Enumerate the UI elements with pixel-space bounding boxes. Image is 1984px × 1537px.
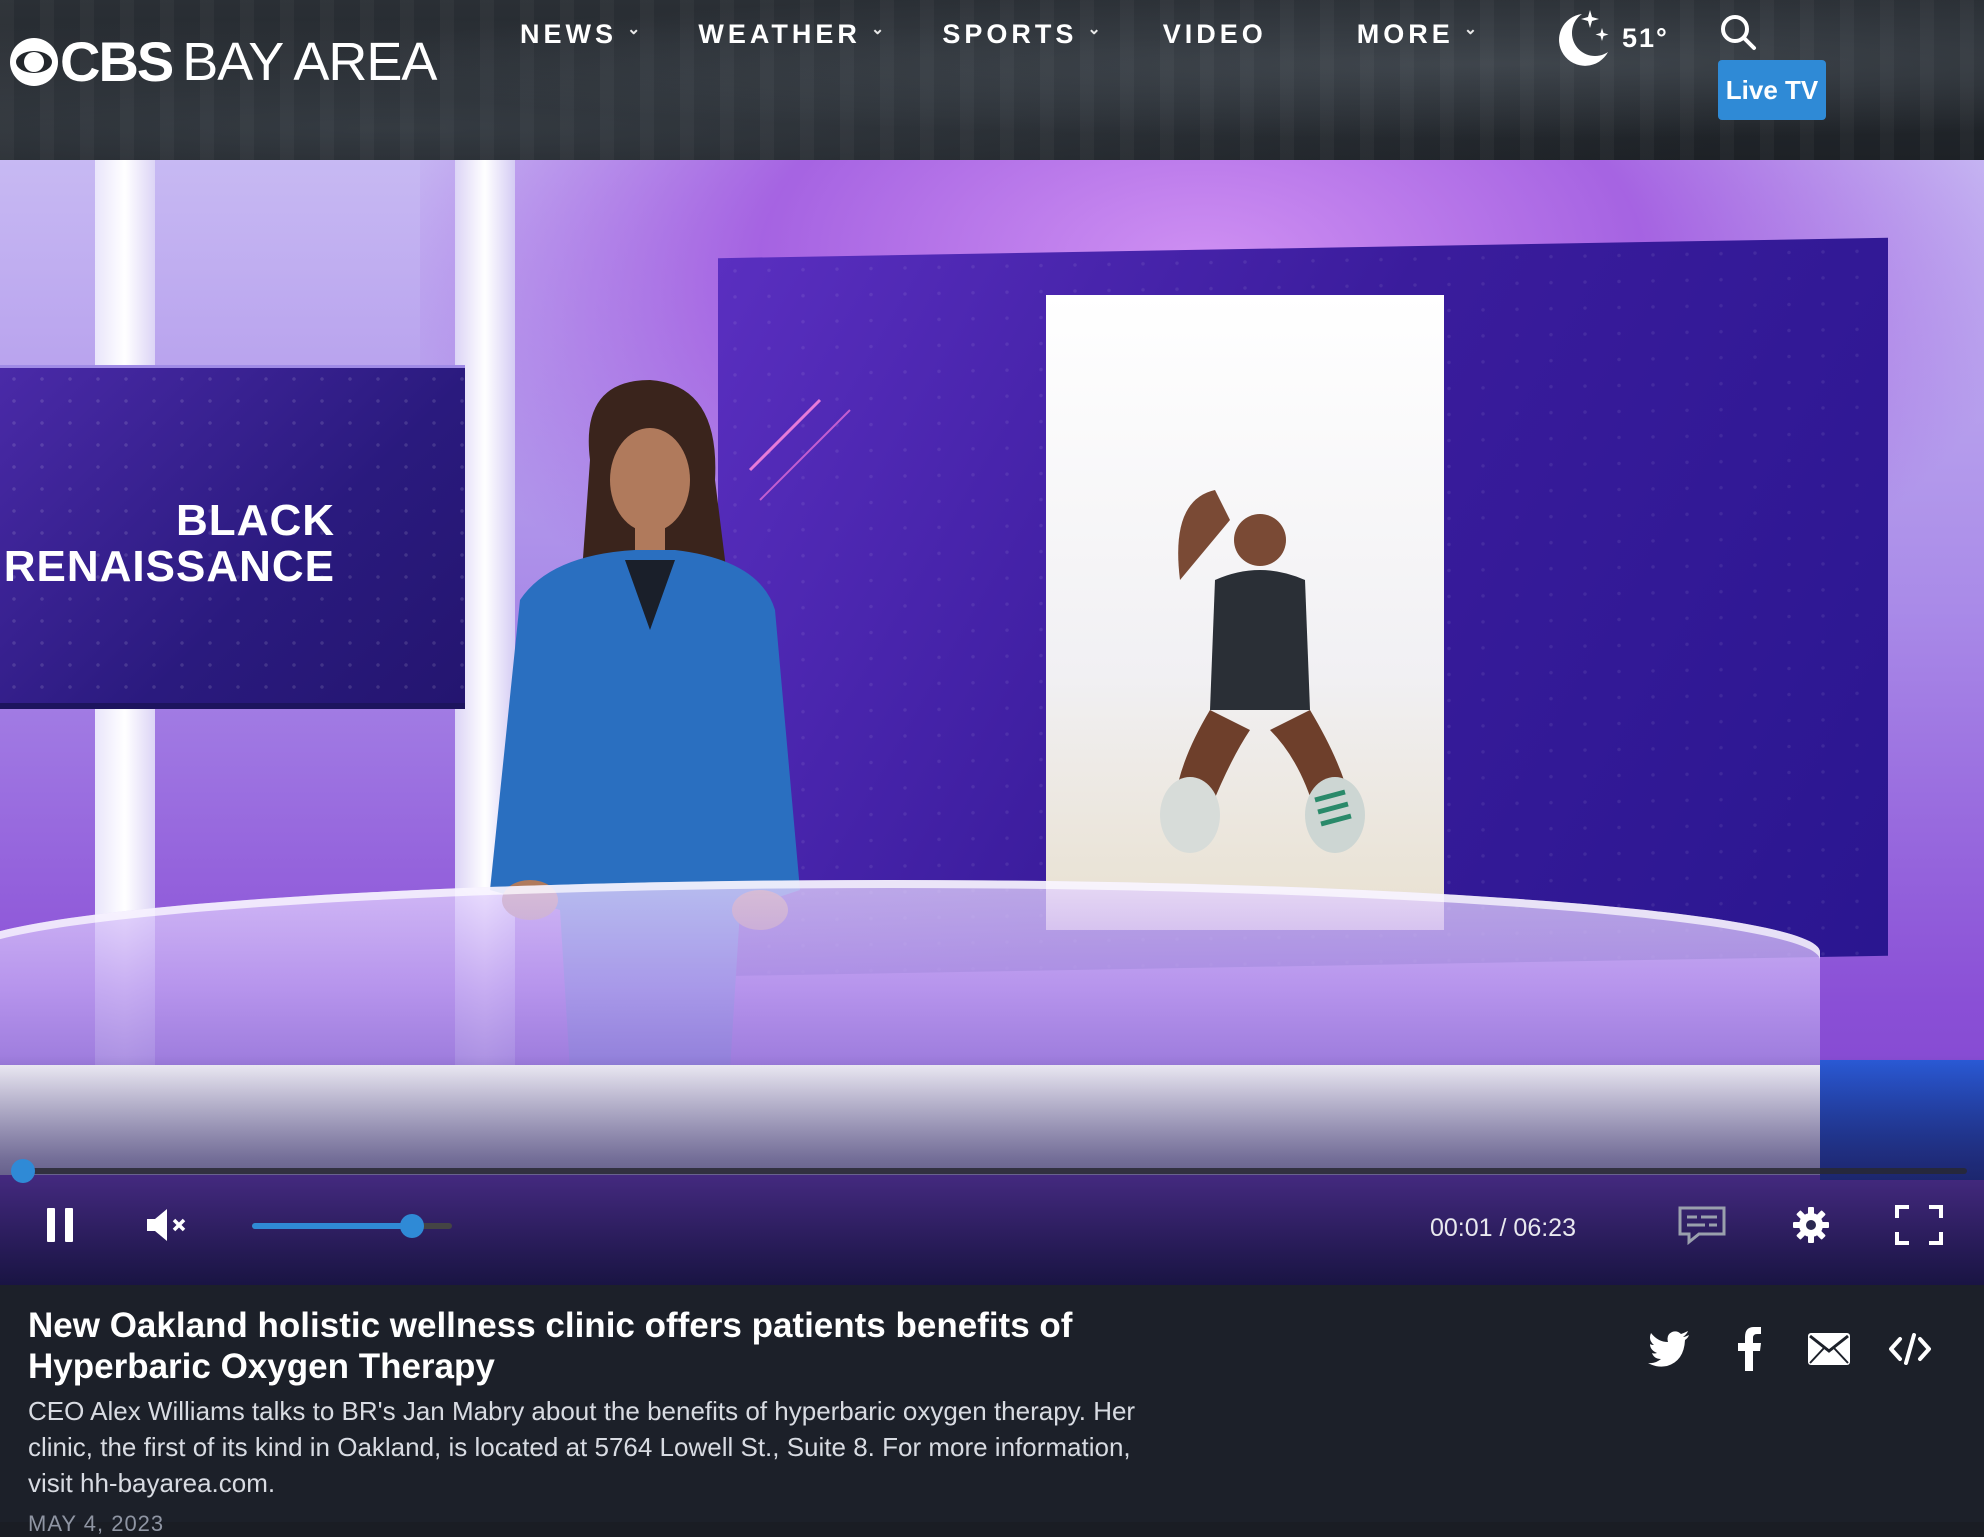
site-header: CBS BAY AREA NEWS ⌄ WEATHER ⌄ SPORTS ⌄ V… [0, 0, 1984, 160]
chevron-down-icon: ⌄ [627, 21, 641, 38]
search-icon[interactable] [1718, 12, 1758, 52]
email-icon [1808, 1333, 1850, 1365]
weather-temperature: 51° [1622, 22, 1669, 53]
duration: 06:23 [1513, 1214, 1576, 1242]
settings-button[interactable] [1790, 1200, 1832, 1250]
main-nav: NEWS ⌄ WEATHER ⌄ SPORTS ⌄ VIDEO MORE ⌄ [520, 14, 1477, 54]
weather-widget[interactable]: 51° [1552, 6, 1669, 70]
nav-item-more[interactable]: MORE ⌄ [1357, 19, 1477, 50]
share-twitter-button[interactable] [1645, 1325, 1693, 1373]
nav-item-weather[interactable]: WEATHER ⌄ [698, 19, 884, 50]
settings-icon [1793, 1207, 1829, 1243]
video-description: CEO Alex Williams talks to BR's Jan Mabr… [28, 1396, 1136, 1498]
share-email-button[interactable] [1805, 1325, 1853, 1373]
nav-item-label: MORE [1356, 18, 1454, 49]
nav-item-label: SPORTS [942, 18, 1078, 49]
video-info-panel: New Oakland holistic wellness clinic off… [0, 1285, 1984, 1536]
publish-date: MAY 4, 2023 [28, 1511, 165, 1536]
hyperbaric-chamber-photo-figure [1160, 490, 1365, 853]
nav-item-sports[interactable]: SPORTS ⌄ [942, 19, 1100, 50]
nav-item-label: VIDEO [1162, 18, 1267, 49]
graphic-line-2: RENAISSANCE [3, 542, 335, 591]
captions-button[interactable] [1676, 1200, 1728, 1250]
fullscreen-button[interactable] [1894, 1200, 1944, 1250]
live-tv-button[interactable]: Live TV [1718, 60, 1826, 120]
video-progress-bar[interactable] [17, 1168, 1967, 1174]
nav-item-news[interactable]: NEWS ⌄ [520, 19, 640, 50]
twitter-icon [1648, 1331, 1689, 1367]
time-separator: / [1499, 1214, 1514, 1242]
moon-stars-icon [1559, 10, 1609, 66]
progress-scrubber-handle[interactable] [10, 1159, 35, 1183]
chevron-down-icon: ⌄ [1463, 21, 1478, 38]
volume-level [252, 1223, 412, 1229]
studio-side-screen: BLACK RENAISSANCE [0, 365, 465, 709]
chevron-down-icon: ⌄ [870, 21, 885, 38]
facebook-icon [1738, 1327, 1761, 1371]
captions-icon [1678, 1206, 1726, 1245]
cbs-bay-area-logo[interactable]: CBS BAY AREA [10, 30, 437, 94]
mute-button[interactable] [142, 1200, 192, 1250]
share-embed-button[interactable] [1886, 1325, 1934, 1373]
video-player[interactable]: BLACK RENAISSANCE [0, 160, 1984, 1285]
video-title: New Oakland holistic wellness clinic off… [28, 1306, 1073, 1386]
nav-item-video[interactable]: VIDEO [1163, 19, 1267, 50]
nav-item-label: NEWS [520, 18, 617, 49]
time-display: 00:01 / 06:23 [1430, 1214, 1576, 1243]
volume-slider-handle[interactable] [400, 1214, 424, 1238]
cbs-eye-icon [10, 38, 58, 86]
pause-icon [47, 1208, 73, 1242]
embed-icon [1889, 1333, 1931, 1365]
chevron-down-icon: ⌄ [1087, 21, 1101, 38]
mute-icon [147, 1209, 186, 1241]
pause-button[interactable] [40, 1200, 80, 1250]
share-facebook-button[interactable] [1725, 1325, 1773, 1373]
current-time: 00:01 [1430, 1214, 1493, 1242]
logo-wordmark-cbs: CBS [60, 30, 174, 93]
logo-wordmark-bay-area: BAY AREA [182, 32, 437, 92]
graphic-line-1: BLACK [176, 496, 335, 545]
nav-item-label: WEATHER [698, 18, 861, 49]
on-screen-graphic-title: BLACK RENAISSANCE [0, 498, 335, 590]
fullscreen-icon [1895, 1205, 1943, 1245]
